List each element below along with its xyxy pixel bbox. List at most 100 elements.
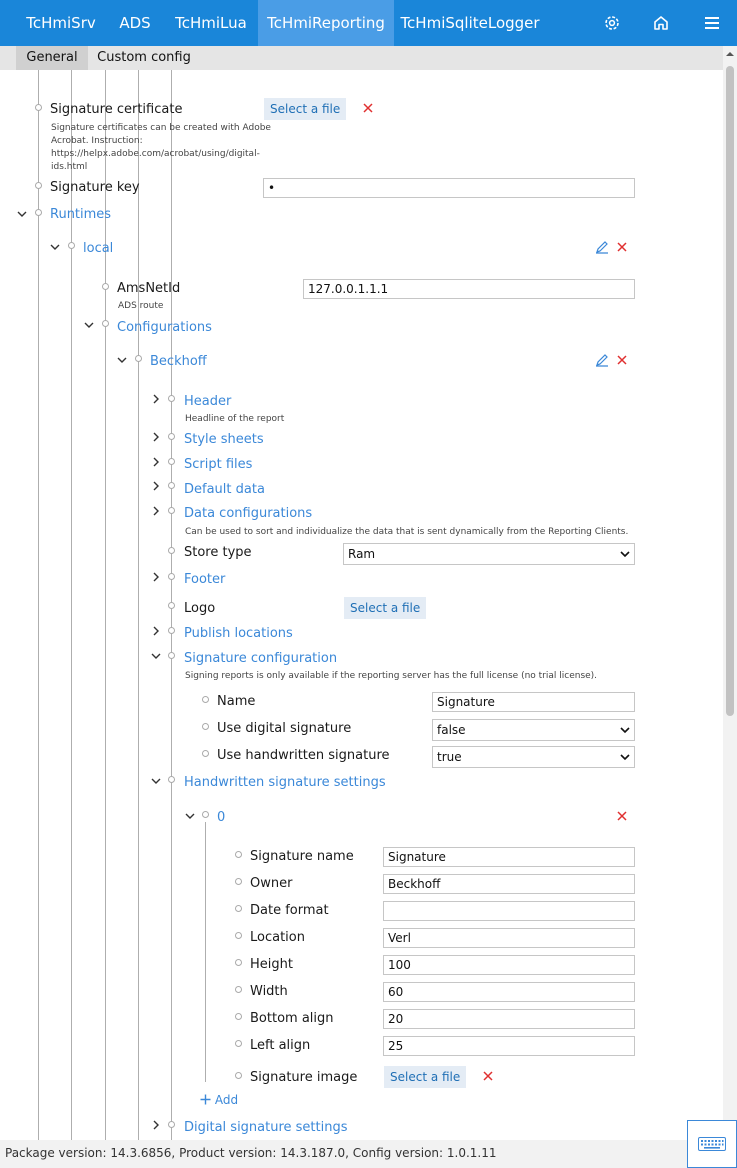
delete-x-icon[interactable] <box>362 102 374 114</box>
tree-node-dot <box>35 104 42 111</box>
top-navigation-bar: TcHmiSrv ADS TcHmiLua TcHmiReporting TcH… <box>0 0 737 46</box>
tab-tchmireporting[interactable]: TcHmiReporting <box>258 0 394 46</box>
header-group-label[interactable]: Header <box>184 394 231 409</box>
tree-node-dot <box>168 1121 175 1128</box>
gear-icon[interactable] <box>592 0 632 46</box>
scrollbar-thumb[interactable] <box>726 66 734 716</box>
style-sheets-group-label[interactable]: Style sheets <box>184 432 264 447</box>
hw-owner-input[interactable]: Beckhoff <box>383 874 635 894</box>
data-configurations-group-label[interactable]: Data configurations <box>184 506 312 521</box>
chevron-down-icon <box>620 727 630 734</box>
tree-node-dot <box>235 959 242 966</box>
signature-key-label: Signature key <box>50 180 140 195</box>
chevron-down-icon[interactable] <box>84 320 94 330</box>
signature-image-select-file-button[interactable]: Select a file <box>384 1066 467 1088</box>
delete-x-icon[interactable] <box>616 810 628 822</box>
hw-location-input[interactable]: Verl <box>383 928 635 948</box>
store-type-select[interactable]: Ram <box>343 543 635 565</box>
chevron-right-icon[interactable] <box>151 572 161 582</box>
tree-node-dot <box>168 573 175 580</box>
digital-signature-settings-group-label[interactable]: Digital signature settings <box>184 1120 348 1135</box>
local-group-label[interactable]: local <box>83 241 113 256</box>
chevron-right-icon[interactable] <box>151 1120 161 1130</box>
use-handwritten-signature-select[interactable]: true <box>432 746 635 768</box>
handwritten-item-0-label[interactable]: 0 <box>217 810 225 825</box>
scroll-up-arrow-icon[interactable] <box>723 48 737 60</box>
chevron-down-icon <box>620 754 630 761</box>
configurations-group-label[interactable]: Configurations <box>117 320 212 335</box>
chevron-right-icon[interactable] <box>151 506 161 516</box>
logo-label: Logo <box>184 601 216 616</box>
ams-net-id-input[interactable]: 127.0.0.1.1.1 <box>303 279 635 299</box>
signature-certificate-label: Signature certificate <box>50 102 183 117</box>
publish-locations-group-label[interactable]: Publish locations <box>184 626 293 641</box>
edit-pencil-icon[interactable] <box>595 240 609 254</box>
use-handwritten-signature-label: Use handwritten signature <box>217 748 390 763</box>
add-item-button[interactable]: Add <box>200 1093 238 1107</box>
signature-key-input[interactable]: • <box>263 178 635 198</box>
tree-node-dot <box>235 1013 242 1020</box>
handwritten-signature-settings-group-label[interactable]: Handwritten signature settings <box>184 775 386 790</box>
tree-node-dot <box>235 851 242 858</box>
config-tree-panel: Signature certificate Signature certific… <box>0 70 723 1140</box>
tree-node-dot <box>235 878 242 885</box>
tree-guide-line <box>38 70 39 1140</box>
signature-name-input[interactable]: Signature <box>432 692 635 712</box>
hw-left-align-label: Left align <box>250 1038 311 1053</box>
signature-certificate-select-file-button[interactable]: Select a file <box>264 98 347 120</box>
hw-bottom-align-label: Bottom align <box>250 1011 334 1026</box>
hw-date-format-input[interactable] <box>383 901 635 921</box>
hw-signature-image-label: Signature image <box>250 1070 358 1085</box>
hw-left-align-input[interactable]: 25 <box>383 1036 635 1056</box>
home-icon[interactable] <box>641 0 681 46</box>
chevron-right-icon[interactable] <box>151 457 161 467</box>
chevron-right-icon[interactable] <box>151 394 161 404</box>
delete-x-icon[interactable] <box>616 241 628 253</box>
runtimes-group-label[interactable]: Runtimes <box>50 207 111 222</box>
tree-node-dot <box>168 547 175 554</box>
edit-pencil-icon[interactable] <box>595 353 609 367</box>
tab-general[interactable]: General <box>16 46 88 70</box>
chevron-down-icon[interactable] <box>151 776 161 786</box>
tab-ads[interactable]: ADS <box>106 0 164 46</box>
signature-configuration-group-label[interactable]: Signature configuration <box>184 651 337 666</box>
chevron-down-icon[interactable] <box>151 651 161 661</box>
tree-node-dot <box>168 652 175 659</box>
hw-signature-name-input[interactable]: Signature <box>383 847 635 867</box>
hw-owner-label: Owner <box>250 876 293 891</box>
tree-node-dot <box>168 433 175 440</box>
signature-certificate-description: Signature certificates can be created wi… <box>51 123 271 172</box>
version-footer: Package version: 14.3.6856, Product vers… <box>0 1140 737 1168</box>
footer-group-label[interactable]: Footer <box>184 572 225 587</box>
use-digital-signature-select[interactable]: false <box>432 719 635 741</box>
chevron-right-icon[interactable] <box>151 432 161 442</box>
keyboard-toggle-button[interactable] <box>687 1120 737 1168</box>
hw-height-input[interactable]: 100 <box>383 955 635 975</box>
hw-width-input[interactable]: 60 <box>383 982 635 1002</box>
logo-select-file-button[interactable]: Select a file <box>344 597 427 619</box>
chevron-down-icon <box>620 551 630 558</box>
chevron-down-icon[interactable] <box>17 209 27 219</box>
tree-node-dot <box>235 986 242 993</box>
delete-x-icon[interactable] <box>482 1070 494 1082</box>
tab-tchmisrv[interactable]: TcHmiSrv <box>16 0 106 46</box>
tab-custom-config[interactable]: Custom config <box>92 46 196 70</box>
chevron-down-icon[interactable] <box>117 355 127 365</box>
tree-node-dot <box>168 458 175 465</box>
tab-tchmisqlitelogger[interactable]: TcHmiSqliteLogger <box>394 0 546 46</box>
beckhoff-group-label[interactable]: Beckhoff <box>150 354 207 369</box>
chevron-right-icon[interactable] <box>151 626 161 636</box>
chevron-down-icon[interactable] <box>185 811 195 821</box>
default-data-group-label[interactable]: Default data <box>184 482 265 497</box>
script-files-group-label[interactable]: Script files <box>184 457 252 472</box>
data-configurations-description: Can be used to sort and individualize th… <box>185 527 629 537</box>
vertical-scrollbar[interactable] <box>723 46 737 1140</box>
tab-tchmilua[interactable]: TcHmiLua <box>164 0 258 46</box>
hamburger-menu-icon[interactable] <box>692 0 732 46</box>
delete-x-icon[interactable] <box>616 354 628 366</box>
chevron-right-icon[interactable] <box>151 481 161 491</box>
tree-guide-line <box>138 70 139 1140</box>
tree-node-dot <box>35 209 42 216</box>
chevron-down-icon[interactable] <box>50 242 60 252</box>
hw-bottom-align-input[interactable]: 20 <box>383 1009 635 1029</box>
